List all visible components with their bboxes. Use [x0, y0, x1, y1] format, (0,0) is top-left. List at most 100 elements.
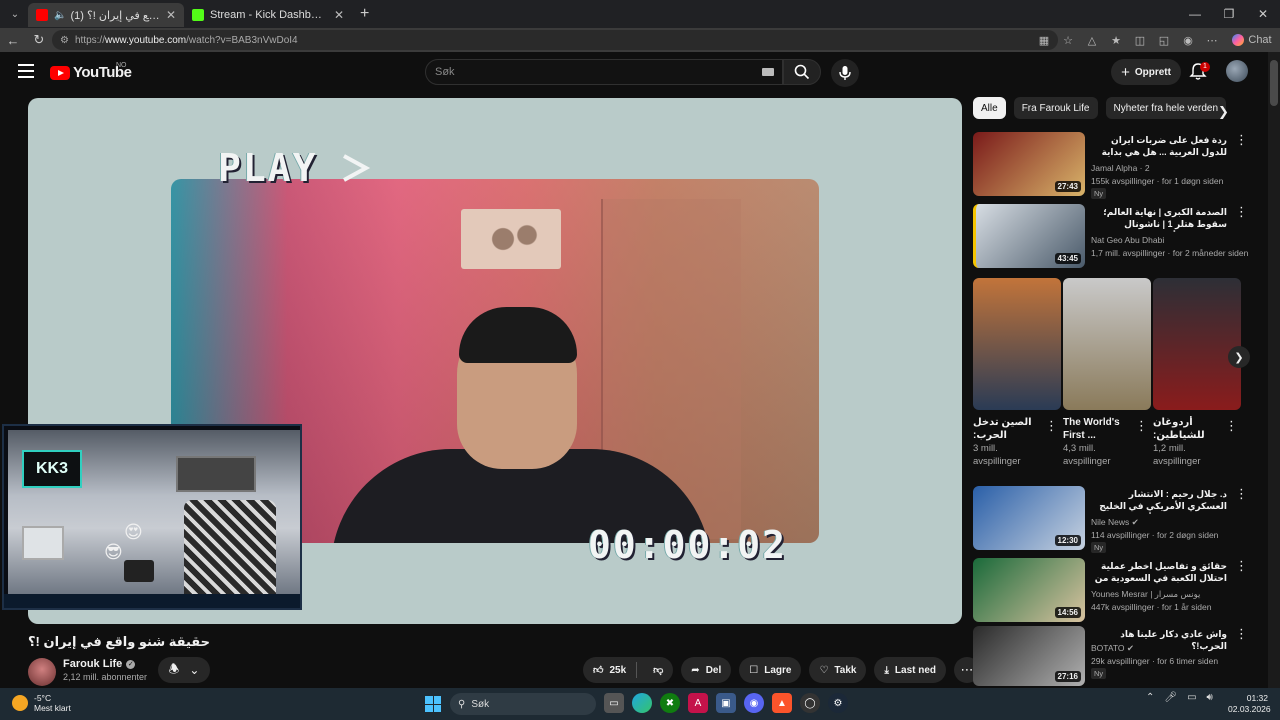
short-thumbnail[interactable] [1063, 278, 1151, 410]
video-thumbnail[interactable]: 27:43 [973, 132, 1085, 196]
xbox-icon[interactable]: ✖ [660, 693, 680, 713]
recommendation-title[interactable]: د. جلال رحيم : الانتشار العسكري الأمريكي… [1091, 488, 1227, 514]
account-avatar[interactable] [1226, 60, 1248, 82]
steam-icon[interactable]: ⚙ [828, 693, 848, 713]
maximize-icon[interactable]: ❐ [1212, 7, 1246, 21]
recommendation-item[interactable]: 14:56 حقائق و تفاصيل اخطر عملية احتلال ا… [973, 558, 1263, 622]
speaker-icon[interactable]: 🔈 [54, 10, 66, 21]
reload-icon[interactable]: ↻ [26, 32, 52, 48]
chevron-up-icon[interactable]: ⌃ [1146, 692, 1154, 703]
url-field[interactable]: ⚙ https://www.youtube.com/watch?v=BAB3nV… [52, 30, 1058, 50]
volume-icon[interactable]: 🔊︎ [1207, 692, 1213, 703]
app-a-icon[interactable]: A [688, 693, 708, 713]
collections-icon[interactable]: ◱ [1152, 34, 1176, 47]
obs-icon[interactable]: ◯ [800, 693, 820, 713]
close-icon[interactable]: ✕ [334, 8, 344, 22]
store-icon[interactable]: ▣ [716, 693, 736, 713]
app-icon[interactable]: ▦ [1032, 34, 1056, 47]
thanks-button[interactable]: ♡ Takk [809, 657, 867, 683]
site-info-icon[interactable]: ⚙ [60, 35, 69, 46]
channel-avatar[interactable] [28, 658, 56, 686]
recommendation-item[interactable]: 43:45 الصدمة الكبرى | نهاية العالم؛ سقوط… [973, 204, 1263, 268]
video-thumbnail[interactable]: 12:30 [973, 486, 1085, 550]
favorite-star-icon[interactable]: ☆ [1056, 34, 1080, 47]
recommendation-channel[interactable]: Younes Mesrar | يونس مسرار [1091, 589, 1200, 600]
taskbar-clock[interactable]: 01:32 02.03.2026 [1228, 693, 1271, 715]
brave-icon[interactable]: ▲ [772, 693, 792, 713]
recommendation-title[interactable]: الصدمة الكبرى | نهاية العالم؛ سقوط هتلر … [1091, 206, 1227, 232]
channel-name[interactable]: Farouk Life [63, 658, 122, 670]
windows-start-icon[interactable] [425, 696, 441, 712]
channel-name-row[interactable]: Farouk Life ✓ [63, 658, 136, 670]
profile-icon[interactable]: ◉ [1176, 34, 1200, 47]
youtube-logo[interactable]: YouTube NO [50, 62, 132, 81]
more-vert-icon[interactable]: ⋮ [1225, 418, 1238, 434]
short-thumbnail[interactable] [1153, 278, 1241, 410]
page-scrollbar[interactable] [1268, 52, 1280, 688]
microphone-icon[interactable]: 🎤︎ [1164, 692, 1177, 703]
more-options-icon[interactable]: ⋯ [1200, 34, 1224, 47]
search-button[interactable] [783, 59, 821, 85]
chip-from-channel[interactable]: Fra Farouk Life [1013, 97, 1098, 119]
close-icon[interactable]: ✕ [166, 8, 176, 22]
recommendation-title[interactable]: ردة فعل على ضربات ايران للدول العربية ..… [1091, 134, 1227, 160]
keyboard-icon[interactable] [762, 68, 774, 76]
tab-youtube[interactable]: 🔈 (1) حقيقة شنو واقع في إيران !؟ ✕ [28, 3, 184, 27]
minimize-icon[interactable]: — [1178, 7, 1212, 21]
voice-search-button[interactable] [831, 59, 859, 87]
dislike-button[interactable]: 👎︎ [643, 664, 673, 676]
short-item[interactable]: أردوغان للشياطين: ساعة نهايتك ... 1,2 mi… [1153, 278, 1241, 468]
chip-world-news[interactable]: Nyheter fra hele verden [1105, 97, 1227, 119]
more-vert-icon[interactable]: ⋮ [1235, 204, 1248, 220]
chevron-right-icon[interactable]: ❯ [1218, 104, 1229, 120]
create-button[interactable]: + Opprett [1111, 59, 1181, 85]
like-button[interactable]: 👍︎ 25k [583, 662, 638, 678]
split-screen-icon[interactable]: ◫ [1128, 34, 1152, 47]
close-window-icon[interactable]: ✕ [1246, 7, 1280, 21]
save-button[interactable]: ☐ Lagre [739, 657, 802, 683]
recommendation-item[interactable]: 27:43 ردة فعل على ضربات ايران للدول العر… [973, 132, 1263, 199]
recommendation-item[interactable]: 27:16 واش عادي دكار علينا هاد الحرب!؟ BO… [973, 626, 1263, 686]
discord-icon[interactable]: ◉ [744, 693, 764, 713]
more-vert-icon[interactable]: ⋮ [1135, 418, 1148, 434]
more-vert-icon[interactable]: ⋮ [1235, 626, 1248, 642]
recommendation-channel[interactable]: Nat Geo Abu Dhabi [1091, 235, 1164, 245]
share-button[interactable]: ➦ Del [681, 657, 732, 683]
display-icon[interactable]: ▭ [1187, 692, 1196, 703]
video-thumbnail[interactable]: 14:56 [973, 558, 1085, 622]
short-title[interactable]: الصين تدخل الحرب: "تحذير" [973, 416, 1045, 442]
video-thumbnail[interactable]: 27:16 [973, 626, 1085, 686]
edge-icon[interactable] [632, 693, 652, 713]
more-vert-icon[interactable]: ⋮ [1235, 558, 1248, 574]
more-vert-icon[interactable]: ⋮ [1045, 418, 1058, 434]
menu-icon[interactable] [18, 64, 34, 78]
new-tab-button[interactable]: + [360, 5, 369, 23]
subscription-notifications-button[interactable]: 🕭 ⌄ [158, 657, 210, 683]
video-thumbnail[interactable]: 43:45 [973, 204, 1085, 268]
search-input[interactable]: Søk [425, 59, 783, 85]
taskbar-search[interactable]: ⚲ Søk [450, 693, 596, 715]
short-item[interactable]: The World's First ... 4,3 mill. avspilli… [1063, 278, 1151, 468]
chip-all[interactable]: Alle [973, 97, 1006, 119]
recommendation-channel[interactable]: Jamal Alpha · 2 [1091, 163, 1150, 173]
recommendation-channel[interactable]: BOTATO ✔ [1091, 643, 1134, 654]
recommendation-channel[interactable]: Nile News ✔ [1091, 517, 1139, 528]
recommendation-item[interactable]: 12:30 د. جلال رحيم : الانتشار العسكري ال… [973, 486, 1263, 553]
scrollbar-thumb[interactable] [1270, 60, 1278, 106]
shorts-next-button[interactable]: ❯ [1228, 346, 1250, 368]
copilot-chat-button[interactable]: Chat [1224, 34, 1280, 46]
short-title[interactable]: أردوغان للشياطين: ساعة نهايتك ... [1153, 416, 1225, 442]
short-title[interactable]: The World's First ... [1063, 416, 1135, 442]
short-thumbnail[interactable] [973, 278, 1061, 410]
short-item[interactable]: الصين تدخل الحرب: "تحذير" 3 mill. avspil… [973, 278, 1061, 468]
back-icon[interactable]: ← [0, 33, 26, 48]
more-vert-icon[interactable]: ⋮ [1235, 132, 1248, 148]
tab-kick-dashboard[interactable]: Stream - Kick Dashboard ✕ [184, 3, 352, 27]
more-vert-icon[interactable]: ⋮ [1235, 486, 1248, 502]
weather-widget[interactable]: -5°C Mest klart [12, 693, 71, 713]
extension-icon[interactable]: △ [1080, 34, 1104, 47]
download-button[interactable]: ⤓ Last ned [874, 657, 947, 683]
task-view-icon[interactable]: ▭ [604, 693, 624, 713]
tab-actions-menu[interactable]: ⌄ [2, 4, 28, 24]
recommendation-title[interactable]: حقائق و تفاصيل اخطر عملية احتلال الكعبة … [1091, 560, 1227, 586]
